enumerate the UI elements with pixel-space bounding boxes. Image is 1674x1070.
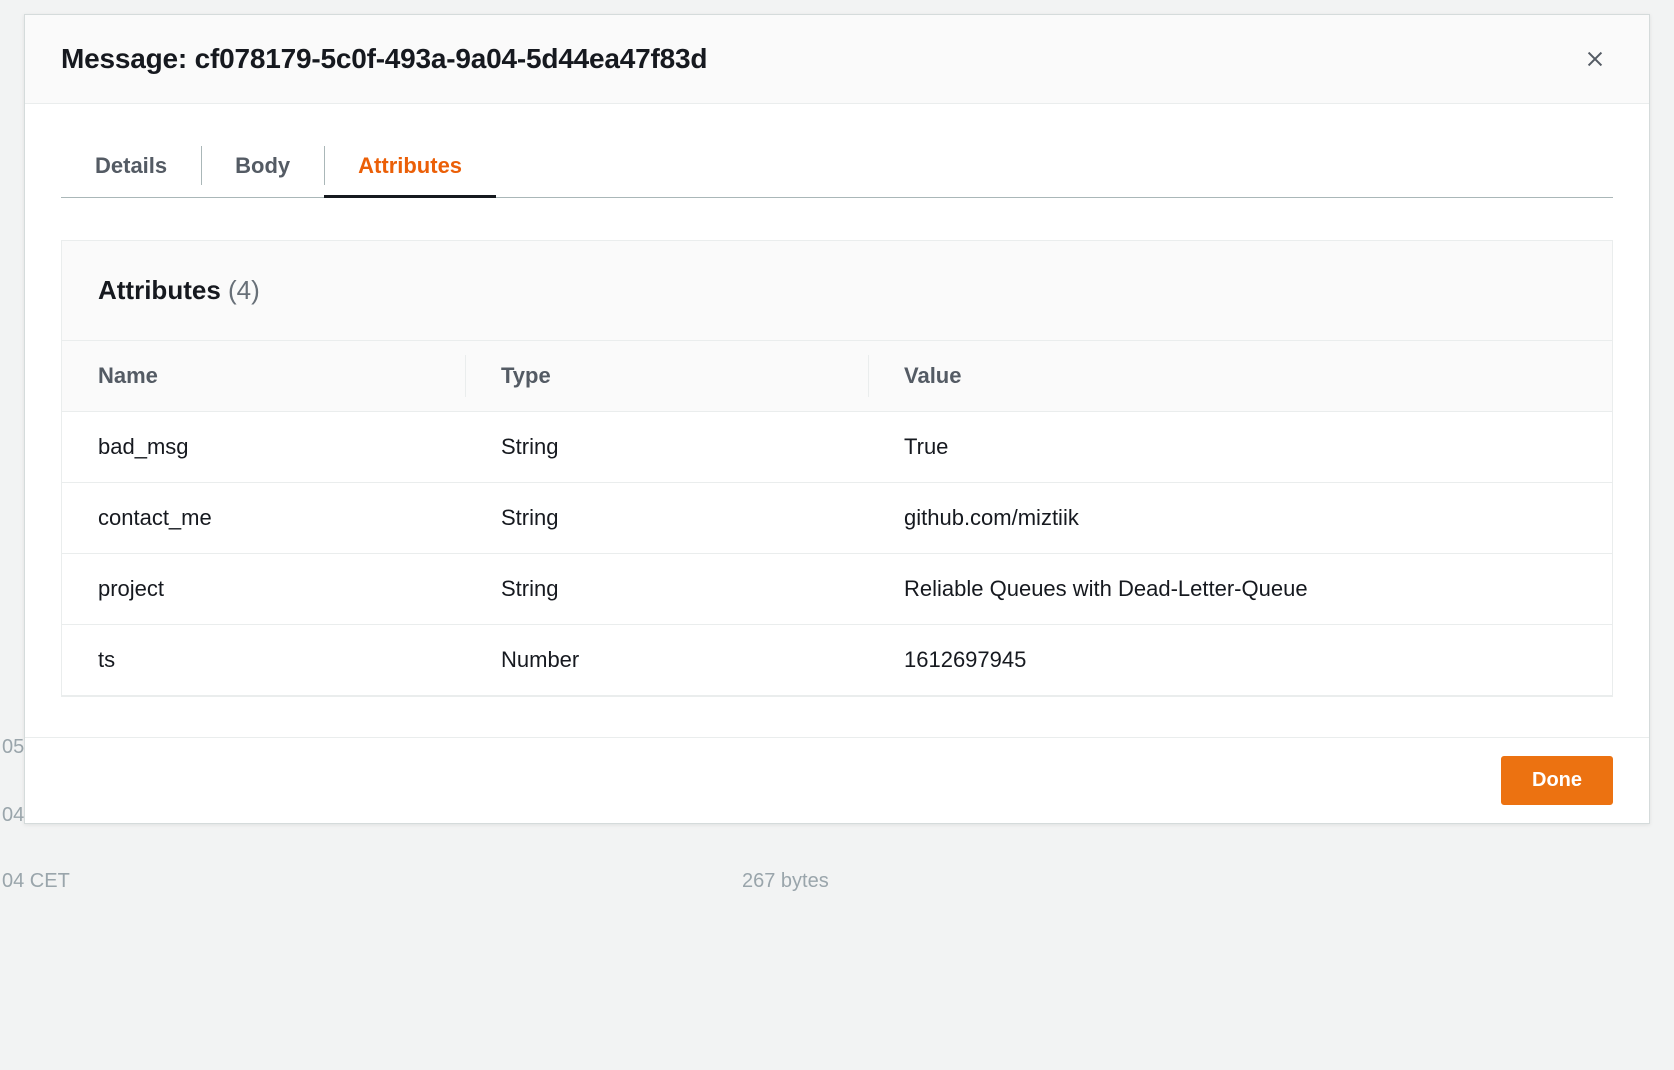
cell-type: String: [465, 483, 868, 554]
tab-label: Attributes: [358, 153, 462, 179]
close-icon: [1584, 48, 1606, 70]
table-row: ts Number 1612697945: [62, 625, 1612, 696]
modal-title: Message: cf078179-5c0f-493a-9a04-5d44ea4…: [61, 43, 707, 75]
cell-type: String: [465, 412, 868, 483]
cell-value: Reliable Queues with Dead-Letter-Queue: [868, 554, 1612, 625]
col-type[interactable]: Type: [465, 341, 868, 412]
modal-body: Details Body Attributes Attributes (4) N…: [25, 104, 1649, 737]
bg-row-fragment: 04: [2, 804, 24, 827]
table-header-row: Name Type Value: [62, 341, 1612, 412]
close-button[interactable]: [1577, 41, 1613, 77]
done-button[interactable]: Done: [1501, 756, 1613, 805]
tab-label: Details: [95, 153, 167, 179]
cell-name: contact_me: [62, 483, 465, 554]
bg-row-fragment: 04 CET: [2, 870, 70, 893]
cell-value: True: [868, 412, 1612, 483]
attributes-panel: Attributes (4) Name Type Value bad_msg S…: [61, 240, 1613, 697]
panel-count: (4): [228, 275, 260, 305]
tab-details[interactable]: Details: [61, 134, 201, 197]
col-name[interactable]: Name: [62, 341, 465, 412]
table-row: project String Reliable Queues with Dead…: [62, 554, 1612, 625]
panel-header: Attributes (4): [62, 241, 1612, 341]
col-value[interactable]: Value: [868, 341, 1612, 412]
cell-name: bad_msg: [62, 412, 465, 483]
message-details-modal: Message: cf078179-5c0f-493a-9a04-5d44ea4…: [24, 14, 1650, 824]
attributes-table: Name Type Value bad_msg String True cont…: [62, 341, 1612, 696]
cell-type: String: [465, 554, 868, 625]
cell-value: 1612697945: [868, 625, 1612, 696]
table-row: contact_me String github.com/miztiik: [62, 483, 1612, 554]
table-row: bad_msg String True: [62, 412, 1612, 483]
panel-title: Attributes (4): [98, 275, 1576, 306]
bg-row-fragment: 267 bytes: [742, 870, 829, 893]
tab-attributes[interactable]: Attributes: [324, 134, 496, 197]
cell-value: github.com/miztiik: [868, 483, 1612, 554]
modal-header: Message: cf078179-5c0f-493a-9a04-5d44ea4…: [25, 15, 1649, 104]
cell-type: Number: [465, 625, 868, 696]
bg-row-fragment: 05: [2, 736, 24, 759]
modal-footer: Done: [25, 737, 1649, 823]
tab-label: Body: [235, 153, 290, 179]
cell-name: project: [62, 554, 465, 625]
tab-body[interactable]: Body: [201, 134, 324, 197]
panel-title-text: Attributes: [98, 275, 221, 305]
cell-name: ts: [62, 625, 465, 696]
tabs: Details Body Attributes: [61, 134, 1613, 198]
